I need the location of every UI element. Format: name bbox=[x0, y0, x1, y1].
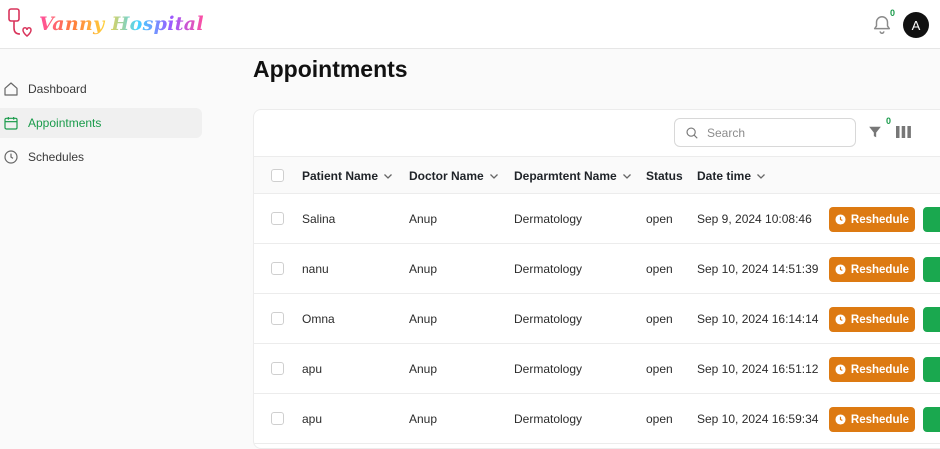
patient-name-cell: Salina bbox=[302, 212, 336, 226]
select-all-checkbox[interactable] bbox=[271, 169, 284, 182]
table-row: nanu Anup Dermatology open Sep 10, 2024 … bbox=[254, 244, 940, 294]
patient-name-cell: apu bbox=[302, 412, 323, 426]
action-button[interactable] bbox=[923, 207, 940, 232]
sidebar-item-label: Appointments bbox=[28, 116, 102, 130]
department-cell: Dermatology bbox=[514, 262, 583, 276]
table-row: apu Anup Dermatology open Sep 10, 2024 1… bbox=[254, 394, 940, 444]
department-cell: Dermatology bbox=[514, 412, 583, 426]
search-icon bbox=[685, 126, 699, 140]
action-button[interactable] bbox=[923, 307, 940, 332]
reschedule-label: Reshedule bbox=[850, 363, 910, 376]
sidebar-item-schedules[interactable]: Schedules bbox=[0, 142, 202, 172]
column-header-department[interactable]: Deparmtent Name bbox=[514, 157, 632, 195]
column-header-doctor[interactable]: Doctor Name bbox=[409, 157, 499, 195]
sidebar-item-appointments[interactable]: Appointments bbox=[0, 108, 202, 138]
sidebar-item-label: Schedules bbox=[28, 150, 85, 164]
table-row: Omna Anup Dermatology open Sep 10, 2024 … bbox=[254, 294, 940, 344]
clock-icon bbox=[835, 314, 846, 325]
status-cell: open bbox=[646, 262, 673, 276]
search-box[interactable] bbox=[674, 118, 856, 147]
column-header-label: Patient Name bbox=[302, 169, 379, 183]
datetime-cell: Sep 10, 2024 16:59:34 bbox=[697, 412, 819, 426]
notification-badge: 0 bbox=[890, 8, 896, 18]
row-checkbox[interactable] bbox=[271, 412, 284, 425]
action-button[interactable] bbox=[923, 257, 940, 282]
patient-name-cell: apu bbox=[302, 362, 323, 376]
columns-icon[interactable] bbox=[896, 126, 911, 138]
top-header: Vanny Hospital 0 A bbox=[0, 0, 940, 49]
status-cell: open bbox=[646, 212, 673, 226]
action-button[interactable] bbox=[923, 357, 940, 382]
patient-name-cell: nanu bbox=[302, 262, 329, 276]
datetime-cell: Sep 10, 2024 16:51:12 bbox=[697, 362, 819, 376]
department-cell: Dermatology bbox=[514, 312, 583, 326]
patient-name-cell: Omna bbox=[302, 312, 335, 326]
datetime-cell: Sep 10, 2024 14:51:39 bbox=[697, 262, 819, 276]
table-row: apu Anup Dermatology open Sep 10, 2024 1… bbox=[254, 344, 940, 394]
doctor-name-cell: Anup bbox=[409, 412, 438, 426]
clock-icon bbox=[2, 148, 20, 166]
datetime-cell: Sep 9, 2024 10:08:46 bbox=[697, 212, 812, 226]
column-header-datetime[interactable]: Date time bbox=[697, 157, 766, 195]
status-cell: open bbox=[646, 412, 673, 426]
reschedule-button[interactable]: Reshedule bbox=[829, 257, 915, 282]
page-title: Appointments bbox=[253, 56, 408, 82]
sidebar: Dashboard Appointments Schedules bbox=[0, 49, 210, 433]
column-header-label: Date time bbox=[697, 169, 752, 183]
column-header-label: Doctor Name bbox=[409, 169, 484, 183]
status-cell: open bbox=[646, 362, 673, 376]
clock-icon bbox=[835, 414, 846, 425]
column-header-label: Deparmtent Name bbox=[514, 169, 617, 183]
sidebar-item-label: Dashboard bbox=[28, 82, 87, 96]
status-cell: open bbox=[646, 312, 673, 326]
home-icon bbox=[2, 80, 20, 98]
row-checkbox[interactable] bbox=[271, 312, 284, 325]
chevron-down-icon bbox=[383, 171, 393, 181]
clock-icon bbox=[835, 264, 846, 275]
hospital-logo-icon bbox=[8, 8, 32, 37]
logo-text: Vanny Hospital bbox=[39, 13, 204, 35]
reschedule-label: Reshedule bbox=[850, 263, 910, 276]
action-button[interactable] bbox=[923, 407, 940, 432]
doctor-name-cell: Anup bbox=[409, 362, 438, 376]
department-cell: Dermatology bbox=[514, 362, 583, 376]
chevron-down-icon bbox=[489, 171, 499, 181]
reschedule-label: Reshedule bbox=[850, 413, 910, 426]
table-row: Salina Anup Dermatology open Sep 9, 2024… bbox=[254, 194, 940, 244]
reschedule-button[interactable]: Reshedule bbox=[829, 407, 915, 432]
clock-icon bbox=[835, 364, 846, 375]
chevron-down-icon bbox=[756, 171, 766, 181]
chevron-down-icon bbox=[622, 171, 632, 181]
search-input[interactable] bbox=[707, 125, 847, 140]
logo[interactable]: Vanny Hospital bbox=[7, 8, 204, 40]
doctor-name-cell: Anup bbox=[409, 212, 438, 226]
clock-icon bbox=[835, 214, 846, 225]
avatar[interactable]: A bbox=[903, 12, 929, 38]
reschedule-button[interactable]: Reshedule bbox=[829, 357, 915, 382]
row-checkbox[interactable] bbox=[271, 212, 284, 225]
row-checkbox[interactable] bbox=[271, 362, 284, 375]
doctor-name-cell: Anup bbox=[409, 312, 438, 326]
appointments-table-card: 0 Patient Name Doctor Name Deparmtent Na… bbox=[253, 109, 940, 449]
column-header-status: Status bbox=[646, 157, 683, 195]
doctor-name-cell: Anup bbox=[409, 262, 438, 276]
row-checkbox[interactable] bbox=[271, 262, 284, 275]
table-header: Patient Name Doctor Name Deparmtent Name… bbox=[254, 156, 940, 194]
reschedule-button[interactable]: Reshedule bbox=[829, 207, 915, 232]
department-cell: Dermatology bbox=[514, 212, 583, 226]
reschedule-label: Reshedule bbox=[850, 313, 910, 326]
calendar-icon bbox=[2, 114, 20, 132]
filter-badge: 0 bbox=[886, 116, 892, 126]
datetime-cell: Sep 10, 2024 16:14:14 bbox=[697, 312, 819, 326]
sidebar-item-dashboard[interactable]: Dashboard bbox=[0, 74, 202, 104]
column-header-label: Status bbox=[646, 169, 683, 183]
column-header-patient[interactable]: Patient Name bbox=[302, 157, 393, 195]
filter-icon[interactable] bbox=[868, 125, 882, 139]
reschedule-button[interactable]: Reshedule bbox=[829, 307, 915, 332]
reschedule-label: Reshedule bbox=[850, 213, 910, 226]
